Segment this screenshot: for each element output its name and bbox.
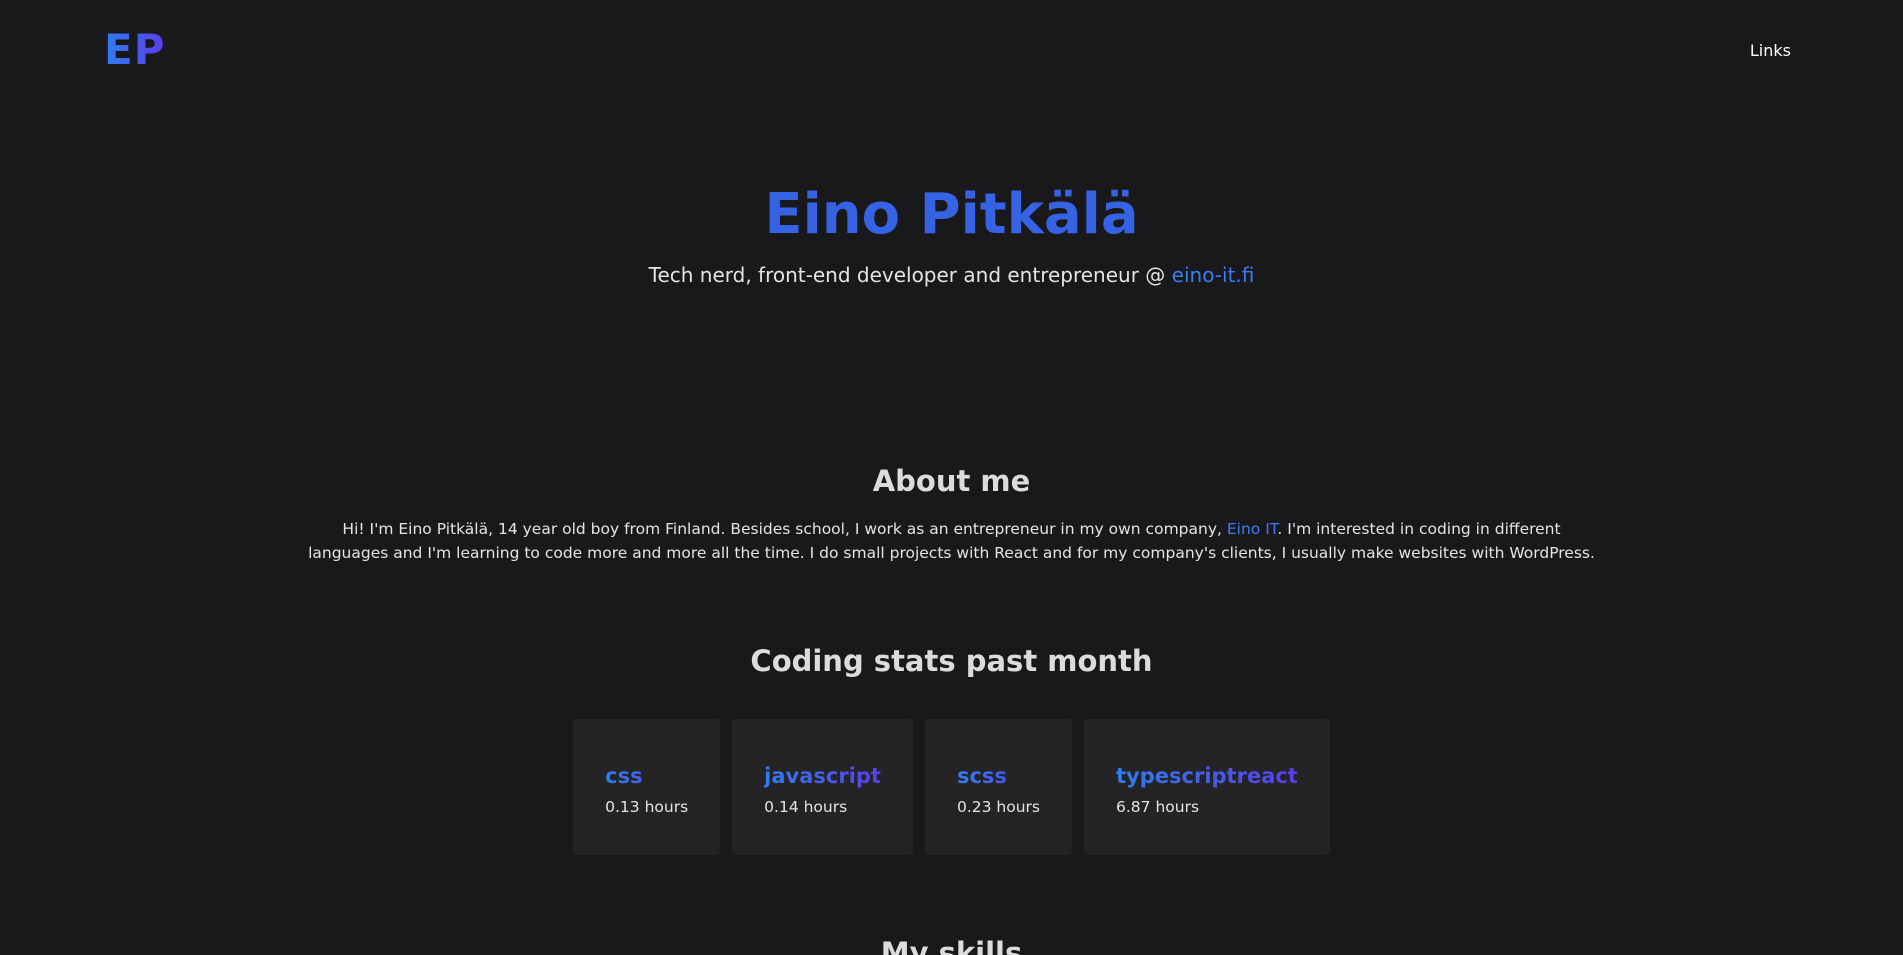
hero-subtitle-text: Tech nerd, front-end developer and entre… (648, 263, 1172, 287)
skills-title: My skills (880, 936, 1023, 955)
stat-card-javascript: javascript 0.14 hours (732, 719, 913, 855)
stat-language: javascript (764, 764, 881, 788)
stat-language: scss (957, 763, 1040, 789)
stat-hours: 0.13 hours (605, 798, 689, 816)
logo-link[interactable]: EP (104, 26, 165, 74)
stat-hours: 0.14 hours (764, 798, 848, 816)
about-text: Hi! I'm Eino Pitkälä, 14 year old boy fr… (302, 517, 1602, 565)
company-website-link[interactable]: eino-it.fi (1172, 263, 1255, 287)
top-navigation: EP Links (0, 0, 1903, 100)
nav-links-link[interactable]: Links (1750, 41, 1791, 61)
stat-card-css: css 0.13 hours (573, 719, 721, 855)
stat-card-typescriptreact: typescriptreact 6.87 hours (1084, 719, 1330, 855)
hero-name: Eino Pitkälä (764, 182, 1139, 247)
hero-section: Eino Pitkälä Tech nerd, front-end develo… (0, 180, 1903, 288)
stat-language: typescriptreact (1116, 764, 1298, 788)
stat-card-scss: scss 0.23 hours (924, 719, 1073, 855)
stat-card-list: css 0.13 hours javascript 0.14 hours scs… (0, 719, 1903, 855)
page: EP Links Eino Pitkälä Tech nerd, front-e… (0, 0, 1903, 955)
about-text-part-1: Hi! I'm Eino Pitkälä, 14 year old boy fr… (342, 520, 1227, 538)
coding-stats-section: Coding stats past month css 0.13 hours j… (0, 643, 1903, 855)
eino-it-link[interactable]: Eino IT (1227, 520, 1278, 538)
about-section: About me Hi! I'm Eino Pitkälä, 14 year o… (0, 463, 1903, 565)
stat-hours: 6.87 hours (1116, 798, 1200, 816)
stat-language: css (605, 763, 688, 789)
about-title: About me (872, 464, 1031, 498)
skills-section: My skills (0, 935, 1903, 955)
hero-subtitle: Tech nerd, front-end developer and entre… (0, 262, 1903, 288)
stat-hours: 0.23 hours (956, 798, 1041, 816)
coding-stats-title: Coding stats past month (750, 644, 1153, 678)
